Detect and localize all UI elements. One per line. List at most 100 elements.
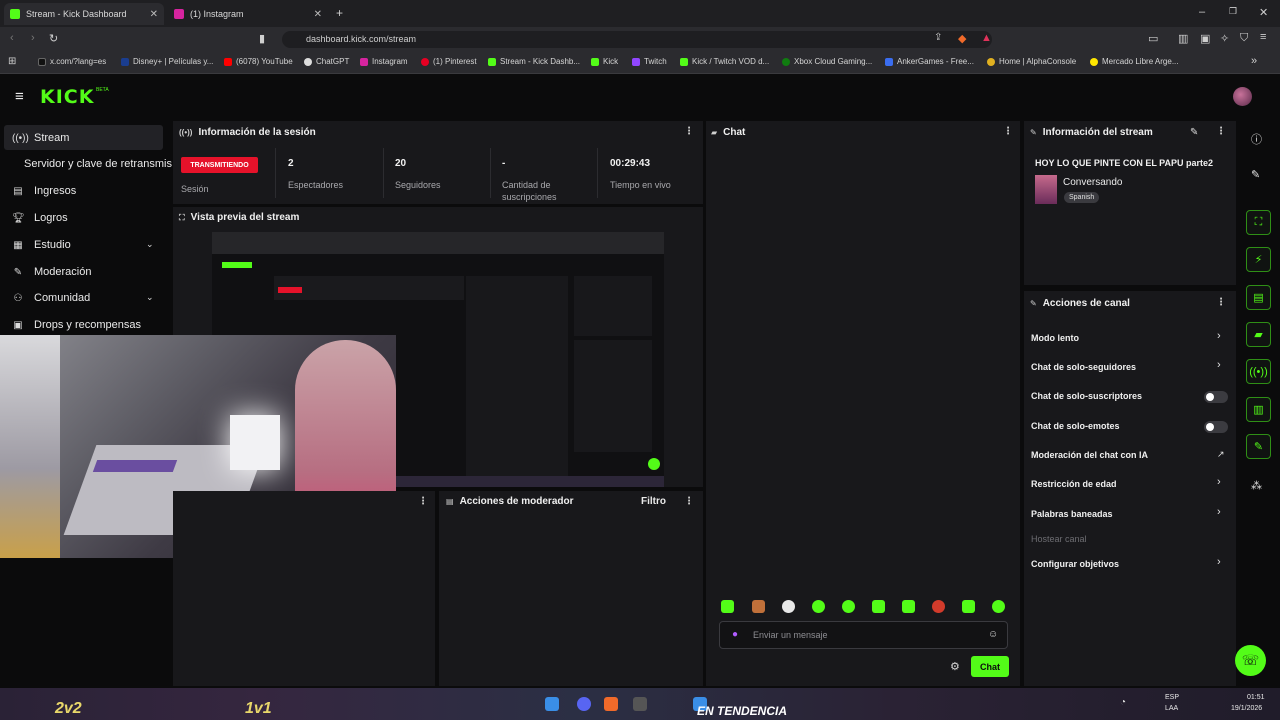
- emote-icon[interactable]: [782, 600, 795, 613]
- action-followers-only[interactable]: Chat de solo-seguidores: [1031, 362, 1136, 372]
- network-icon[interactable]: ◔: [1120, 697, 1134, 711]
- more-options-icon[interactable]: ⋮: [418, 496, 428, 507]
- chat-icon[interactable]: ▰: [1246, 322, 1271, 347]
- reload-icon[interactable]: ↻: [49, 32, 58, 45]
- bookmark-item[interactable]: Disney+ | Películas y...: [121, 57, 213, 66]
- url-field[interactable]: dashboard.kick.com/stream: [282, 31, 992, 48]
- minimize-icon[interactable]: –: [1199, 6, 1205, 18]
- new-tab-button[interactable]: +: [336, 6, 343, 20]
- obs-icon[interactable]: [633, 697, 647, 711]
- bookmark-item[interactable]: (1) Pinterest: [421, 57, 477, 66]
- filter-button[interactable]: Filtro: [641, 496, 666, 507]
- close-icon[interactable]: ✕: [150, 9, 158, 20]
- more-options-icon[interactable]: ⋮: [684, 126, 694, 137]
- emotes-only-toggle[interactable]: [1204, 421, 1228, 433]
- bookmark-item[interactable]: Mercado Libre Arge...: [1090, 57, 1178, 66]
- chevron-right-icon[interactable]: ›: [1217, 506, 1221, 518]
- tab-instagram[interactable]: (1) Instagram ✕: [168, 3, 328, 25]
- bookmark-item[interactable]: Xbox Cloud Gaming...: [782, 57, 872, 66]
- bookmark-item[interactable]: Home | AlphaConsole: [987, 57, 1076, 66]
- sidebar-item-server-key[interactable]: Servidor y clave de retransmisión: [24, 158, 172, 170]
- more-options-icon[interactable]: ⋮: [1216, 297, 1226, 308]
- apps-icon[interactable]: ⊞: [8, 56, 16, 67]
- brave-shield-icon[interactable]: ◆: [958, 32, 966, 45]
- sidebar-item-comunidad[interactable]: ⚇ Comunidad: [12, 292, 91, 304]
- action-configure-goals[interactable]: Configurar objetivos: [1031, 559, 1119, 569]
- bookmark-item[interactable]: x.com/?lang=es: [38, 57, 106, 66]
- bookmark-item[interactable]: Kick / Twitch VOD d...: [680, 57, 769, 66]
- emote-icon[interactable]: [932, 600, 945, 613]
- bookmark-icon[interactable]: ▮: [259, 32, 265, 45]
- sidebar-item-ingresos[interactable]: ▤ Ingresos: [12, 185, 76, 197]
- language-indicator[interactable]: ESP: [1165, 694, 1179, 701]
- sidebar-toggle-icon[interactable]: ▭: [1148, 32, 1158, 45]
- wallet-icon[interactable]: ▣: [1200, 32, 1210, 45]
- brave-icon[interactable]: [604, 697, 618, 711]
- emote-icon[interactable]: [721, 600, 734, 613]
- emoji-icon[interactable]: ☺: [988, 629, 998, 640]
- close-window-icon[interactable]: ✕: [1259, 6, 1268, 19]
- action-ai-moderation[interactable]: Moderación del chat con IA: [1031, 450, 1148, 460]
- lightning-icon[interactable]: ⚡︎: [1246, 247, 1271, 272]
- chat-input[interactable]: ● Enviar un mensaje ☺: [719, 621, 1008, 649]
- windows-start-icon[interactable]: [545, 697, 559, 711]
- category-thumbnail[interactable]: [1035, 175, 1057, 204]
- ai-icon[interactable]: ✧: [1220, 32, 1229, 45]
- preview-icon[interactable]: ⛶: [1246, 210, 1271, 235]
- action-slow-mode[interactable]: Modo lento: [1031, 333, 1079, 343]
- more-bookmarks-icon[interactable]: »: [1251, 55, 1257, 67]
- nodes-icon[interactable]: ⁂: [1251, 479, 1262, 492]
- subscribers-only-toggle[interactable]: [1204, 391, 1228, 403]
- chevron-down-icon[interactable]: ⌄: [146, 292, 154, 303]
- sidebar-item-drops[interactable]: ▣ Drops y recompensas: [12, 319, 141, 331]
- emote-icon[interactable]: [872, 600, 885, 613]
- avatar[interactable]: [1233, 87, 1252, 106]
- chevron-down-icon[interactable]: ⌄: [146, 239, 154, 250]
- emote-icon[interactable]: [812, 600, 825, 613]
- close-icon[interactable]: ✕: [314, 9, 322, 20]
- clock-time[interactable]: 01:51: [1247, 694, 1265, 701]
- chevron-right-icon[interactable]: ›: [1217, 556, 1221, 568]
- maximize-icon[interactable]: ❐: [1229, 6, 1237, 17]
- tab-stream-dashboard[interactable]: Stream - Kick Dashboard ✕: [4, 3, 164, 25]
- send-chat-button[interactable]: Chat: [971, 656, 1009, 677]
- bookmark-item[interactable]: Instagram: [360, 57, 408, 66]
- layout-icon[interactable]: ▥: [1246, 397, 1271, 422]
- wrench-icon[interactable]: ✎: [1246, 434, 1271, 459]
- emote-icon[interactable]: [842, 600, 855, 613]
- bookmark-item[interactable]: Kick: [591, 57, 618, 66]
- external-link-icon[interactable]: ↗: [1217, 449, 1225, 460]
- bookmark-item[interactable]: Twitch: [632, 57, 667, 66]
- edit-icon[interactable]: ✎: [1190, 127, 1198, 138]
- category-name[interactable]: Conversando: [1063, 177, 1122, 188]
- discord-icon[interactable]: [577, 697, 591, 711]
- menu-icon[interactable]: ≡: [1260, 31, 1266, 43]
- emote-icon[interactable]: [902, 600, 915, 613]
- bookmark-item[interactable]: AnkerGames - Free...: [885, 57, 974, 66]
- vpn-icon[interactable]: ⛉: [1240, 32, 1248, 45]
- more-options-icon[interactable]: ⋮: [1003, 126, 1013, 137]
- gear-icon[interactable]: ⚙: [950, 660, 960, 673]
- emote-icon[interactable]: [962, 600, 975, 613]
- sidebar-item-estudio[interactable]: ▦ Estudio: [12, 239, 70, 251]
- emote-icon[interactable]: [752, 600, 765, 613]
- sidebar-item-moderacion[interactable]: ✎ Moderación: [12, 266, 92, 278]
- more-options-icon[interactable]: ⋮: [684, 496, 694, 507]
- chevron-right-icon[interactable]: ›: [1217, 476, 1221, 488]
- hamburger-menu-icon[interactable]: ≡: [15, 88, 24, 105]
- more-options-icon[interactable]: ⋮: [1216, 126, 1226, 137]
- document-icon[interactable]: ▤: [1246, 285, 1271, 310]
- kick-logo[interactable]: KICK: [40, 86, 94, 108]
- bookmark-item[interactable]: (6078) YouTube: [224, 57, 293, 66]
- bookmark-item[interactable]: ChatGPT: [304, 57, 349, 66]
- reader-icon[interactable]: ▥: [1178, 32, 1188, 45]
- action-age-restriction[interactable]: Restricción de edad: [1031, 479, 1117, 489]
- forward-icon[interactable]: ›: [31, 32, 35, 44]
- sidebar-item-stream[interactable]: ((•)) Stream: [12, 132, 69, 144]
- microphone-icon[interactable]: ●: [732, 629, 738, 640]
- info-icon[interactable]: ⓘ: [1251, 131, 1262, 147]
- chevron-right-icon[interactable]: ›: [1217, 330, 1221, 342]
- broadcast-icon[interactable]: ((•)): [1246, 359, 1271, 384]
- back-icon[interactable]: ‹: [10, 32, 14, 44]
- rewards-icon[interactable]: ▲: [981, 32, 992, 44]
